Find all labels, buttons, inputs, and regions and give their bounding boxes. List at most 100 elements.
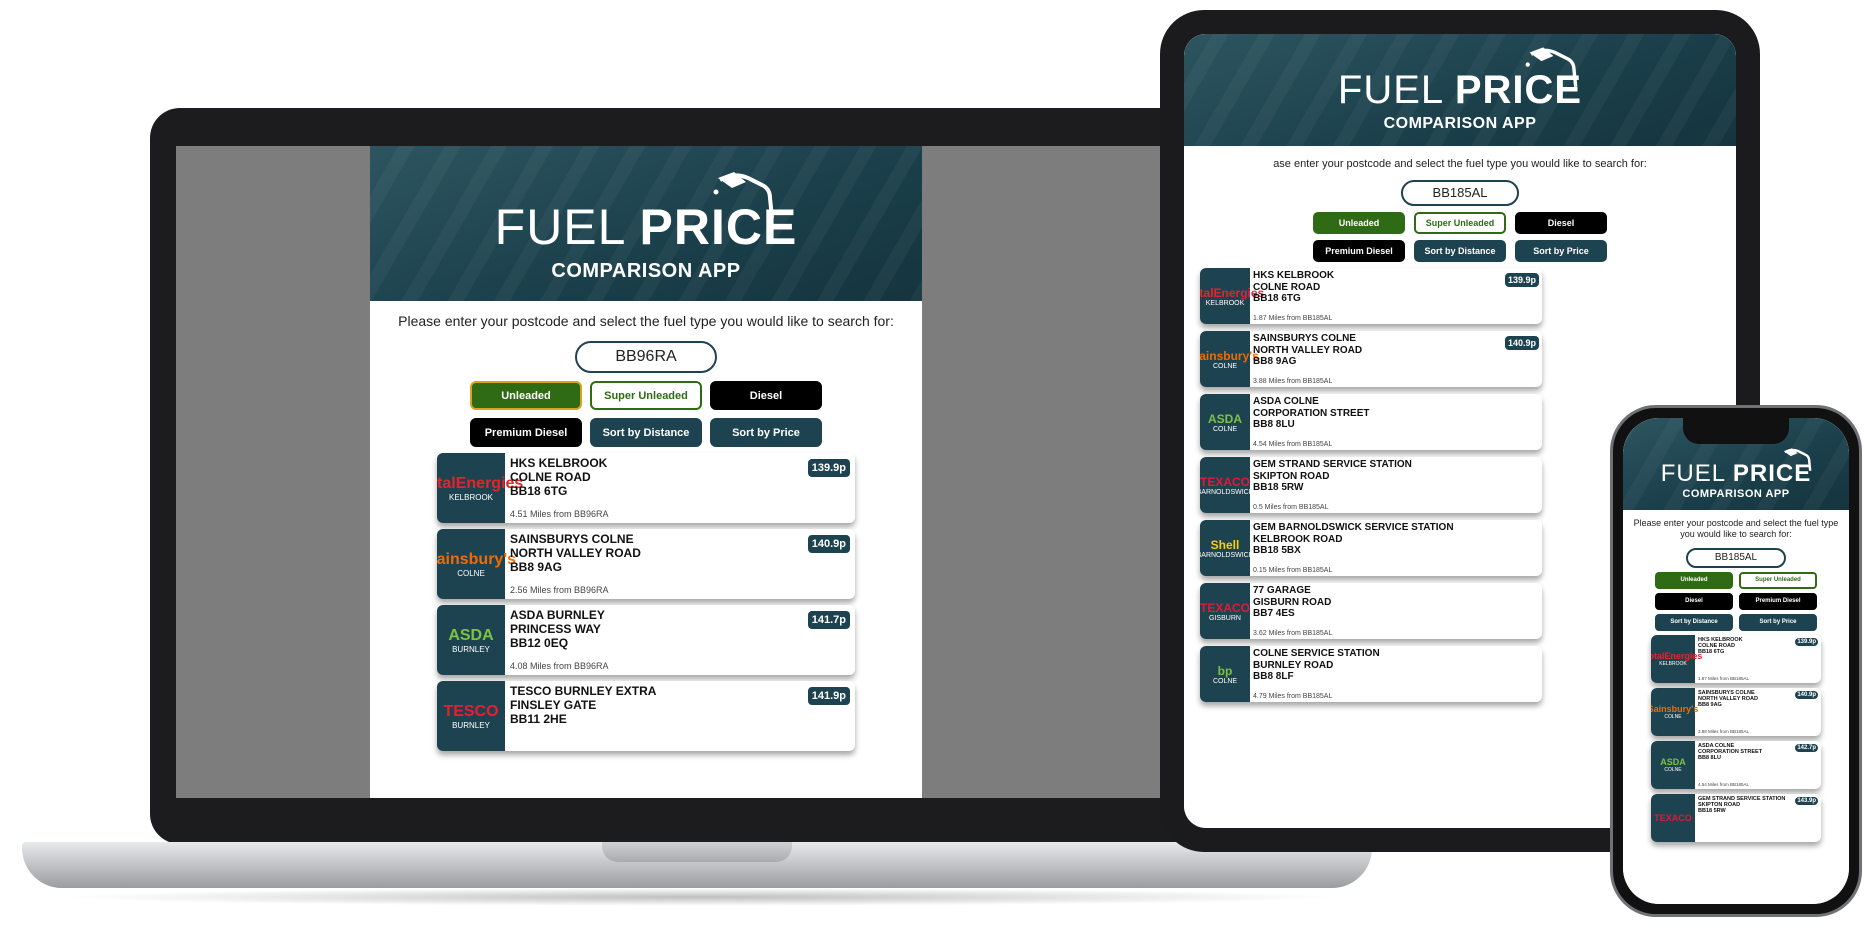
- station-location: BARNOLDSWICK: [1200, 488, 1254, 496]
- station-name: HKS KELBROOK: [1253, 270, 1335, 281]
- station-logo: Sainsbury'sCOLNE: [437, 529, 516, 599]
- station-distance: 2.56 Miles from BB96RA: [510, 585, 609, 595]
- fuel-button-row: Unleaded Super Unleaded Diesel: [370, 381, 922, 410]
- station-card[interactable]: Sainsbury'sCOLNESAINSBURYS COLNENORTH VA…: [437, 529, 855, 599]
- station-location: BURNLEY: [452, 720, 490, 730]
- price-badge: 142.7p: [1795, 743, 1818, 752]
- station-card[interactable]: bp COLNE COLNE SERVICE STATION BURNLEY ROAD…: [1200, 646, 1542, 702]
- station-card[interactable]: ASDA COLNE ASDA COLNE CORPORATION STREET BB8…: [1200, 394, 1542, 450]
- price-badge: 140.9p: [807, 535, 850, 553]
- station-distance: 3.62 Miles from BB185AL: [1253, 630, 1333, 637]
- fuel-button-row-2: Diesel Premium Diesel: [1629, 592, 1843, 610]
- station-card[interactable]: TEXACO BARNOLDSWICK GEM STRAND SERVICE STA…: [1200, 457, 1542, 513]
- station-distance: 3.88 Miles from BB185AL: [1698, 728, 1750, 734]
- station-distance: 1.87 Miles from BB185AL: [1698, 675, 1750, 681]
- laptop-app: FUEL PRICE COMPARISON APP Please enter y…: [370, 146, 922, 798]
- premium-diesel-button[interactable]: Premium Diesel: [1313, 240, 1405, 262]
- unleaded-button[interactable]: Unleaded: [1655, 571, 1733, 589]
- station-card[interactable]: Sainsbury'sCOLNESAINSBURYS COLNENORTH VA…: [1200, 331, 1542, 387]
- price-badge: 141.9p: [807, 687, 850, 705]
- texaco-logo-icon: TEXACO: [1200, 474, 1251, 489]
- laptop-device: FUEL PRICE COMPARISON APP Please enter y…: [150, 108, 1260, 844]
- laptop-shadow: [60, 888, 1340, 906]
- station-logo: ASDA BURNLEY: [437, 605, 505, 675]
- postcode-input[interactable]: BB185AL: [1686, 547, 1786, 568]
- postcode-input[interactable]: BB96RA: [575, 341, 717, 373]
- unleaded-button[interactable]: Unleaded: [470, 381, 582, 410]
- super-unleaded-button[interactable]: Super Unleaded: [1414, 212, 1506, 234]
- tesco-logo-icon: TESCO: [443, 702, 499, 720]
- super-unleaded-button[interactable]: Super Unleaded: [1739, 571, 1817, 589]
- diesel-button[interactable]: Diesel: [1655, 592, 1733, 610]
- phone-notch: [1683, 418, 1789, 444]
- sort-button-row: Sort by Distance Sort by Price: [1629, 613, 1843, 631]
- station-logo: Shell BARNOLDSWICK: [1200, 520, 1253, 576]
- station-name: ASDA COLNE: [1253, 396, 1319, 407]
- title-price: PRICE: [1732, 460, 1812, 487]
- sort-distance-button[interactable]: Sort by Distance: [590, 418, 702, 447]
- search-prompt: Please enter your postcode and select th…: [398, 313, 894, 329]
- station-postcode: BB8 9AG: [510, 559, 563, 574]
- title-fuel: FUEL: [1337, 68, 1443, 112]
- premium-diesel-button[interactable]: Premium Diesel: [470, 418, 582, 447]
- app-subtitle: COMPARISON APP: [1383, 115, 1537, 132]
- station-name: TESCO BURNLEY EXTRA: [510, 684, 657, 698]
- station-card[interactable]: TotalEnergiesKELBROOKHKS KELBROOKCOLNE R…: [1200, 268, 1542, 324]
- station-card[interactable]: ASDA COLNE ASDA COLNE CORPORATION STREET BB8…: [1651, 740, 1821, 789]
- station-card[interactable]: Shell BARNOLDSWICK GEM BARNOLDSWICK SERVIC…: [1200, 520, 1542, 576]
- station-postcode: BB18 5BX: [1253, 545, 1301, 556]
- asda-logo-icon: ASDA: [448, 626, 494, 644]
- station-card[interactable]: TotalEnergiesKELBROOKHKS KELBROOKCOLNE R…: [1651, 634, 1821, 683]
- station-card[interactable]: Sainsbury'sCOLNESAINSBURYS COLNENORTH VA…: [1651, 687, 1821, 736]
- station-location: BURNLEY: [452, 644, 490, 654]
- station-location: COLNE: [1212, 425, 1238, 433]
- price-badge: 139.9p: [1504, 273, 1539, 287]
- station-card[interactable]: TEXACO GISBURN 77 GARAGE GISBURN ROAD BB7 4E…: [1200, 583, 1542, 639]
- station-location: KELBROOK: [448, 492, 493, 502]
- price-badge: 140.9p: [1504, 336, 1539, 350]
- premium-diesel-button[interactable]: Premium Diesel: [1739, 592, 1817, 610]
- price-badge: 143.9p: [1795, 796, 1818, 805]
- station-card[interactable]: ASDA BURNLEY ASDA BURNLEY PRINCESS WAY BB12 …: [437, 605, 855, 675]
- diesel-button[interactable]: Diesel: [1515, 212, 1607, 234]
- postcode-input[interactable]: BB185AL: [1401, 180, 1519, 206]
- super-unleaded-button[interactable]: Super Unleaded: [590, 381, 702, 410]
- station-info: HKS KELBROOK COLNE ROAD BB18 6TG 1.87 Miles…: [1250, 268, 1542, 324]
- station-logo: TotalEnergiesKELBROOK: [437, 453, 523, 523]
- fuel-button-row: Unleaded Super Unleaded Diesel: [1184, 212, 1736, 234]
- station-card[interactable]: TESCO BURNLEY TESCO BURNLEY EXTRA FINSLEY G…: [437, 681, 855, 751]
- station-road: COLNE ROAD: [1253, 281, 1321, 293]
- sort-price-button[interactable]: Sort by Price: [1739, 613, 1817, 631]
- station-road: BURNLEY ROAD: [1253, 659, 1334, 671]
- station-postcode: BB18 6TG: [510, 483, 568, 498]
- station-postcode: BB8 9AG: [1698, 702, 1722, 709]
- station-distance: 1.87 Miles from BB185AL: [1253, 315, 1333, 322]
- sort-price-button[interactable]: Sort by Price: [1515, 240, 1607, 262]
- station-name: GEM STRAND SERVICE STATION: [1253, 459, 1412, 470]
- laptop-notch: [602, 842, 792, 862]
- station-name: 77 GARAGE: [1253, 585, 1311, 596]
- sort-price-button[interactable]: Sort by Price: [710, 418, 822, 447]
- station-logo: bp COLNE: [1200, 646, 1250, 702]
- station-info: SAINSBURYS COLNE NORTH VALLEY ROAD BB8 9AG…: [505, 529, 855, 599]
- station-postcode: BB8 9AG: [1253, 356, 1297, 367]
- price-badge: 141.7p: [807, 611, 850, 629]
- search-prompt: Please enter your postcode and select th…: [1633, 518, 1839, 539]
- station-location: GISBURN: [1209, 614, 1241, 622]
- station-info: ASDA BURNLEY PRINCESS WAY BB12 0EQ 4.08 Mil…: [505, 605, 855, 675]
- diesel-button[interactable]: Diesel: [710, 381, 822, 410]
- station-distance: 4.79 Miles from BB185AL: [1253, 693, 1333, 700]
- station-location: COLNE: [1664, 766, 1682, 773]
- asda-logo-icon: ASDA: [1660, 756, 1686, 767]
- station-road: NORTH VALLEY ROAD: [1253, 344, 1363, 356]
- unleaded-button[interactable]: Unleaded: [1313, 212, 1405, 234]
- station-card[interactable]: TEXACO GEM STRAND SERVICE STATION SKIPTON …: [1651, 793, 1821, 842]
- station-card[interactable]: TotalEnergiesKELBROOKHKS KELBROOKCOLNE R…: [437, 453, 855, 523]
- sort-distance-button[interactable]: Sort by Distance: [1414, 240, 1506, 262]
- station-name: ASDA BURNLEY: [510, 608, 605, 622]
- texaco-logo-icon: TEXACO: [1654, 812, 1692, 823]
- station-logo: Sainsbury'sCOLNE: [1200, 331, 1259, 387]
- station-road: CORPORATION STREET: [1253, 407, 1370, 419]
- sort-distance-button[interactable]: Sort by Distance: [1655, 613, 1733, 631]
- app-subtitle: COMPARISON APP: [1682, 488, 1790, 500]
